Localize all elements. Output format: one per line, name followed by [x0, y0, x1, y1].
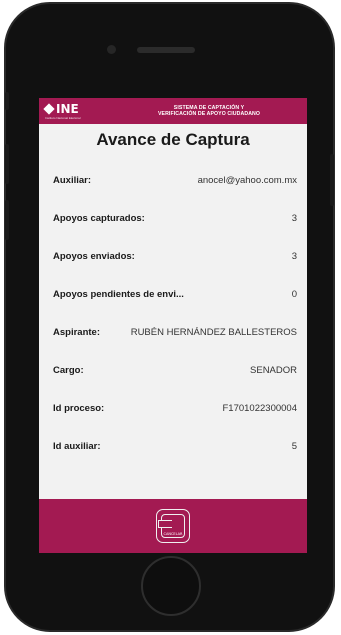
- row-cargo: Cargo: SENADOR: [39, 351, 307, 389]
- row-label: Cargo:: [53, 364, 84, 376]
- app-screen: INE Instituto Nacional Electoral SISTEMA…: [39, 98, 307, 553]
- row-label: Apoyos capturados:: [53, 212, 145, 224]
- cancel-button[interactable]: CANCELAR: [156, 509, 190, 543]
- row-id-proceso: Id proceso: F1701022300004: [39, 389, 307, 427]
- page-title: Avance de Captura: [96, 130, 250, 149]
- logo-diamond-icon: [43, 102, 55, 115]
- cancel-label: CANCELAR: [163, 532, 183, 536]
- row-id-auxiliar: Id auxiliar: 5: [39, 427, 307, 465]
- row-apoyos-capturados: Apoyos capturados: 3: [39, 199, 307, 237]
- exit-arrow-icon: [158, 520, 172, 528]
- system-title: SISTEMA DE CAPTACIÓN Y VERIFICACIÓN DE A…: [117, 105, 301, 118]
- app-footer: CANCELAR: [39, 499, 307, 553]
- system-title-line2: VERIFICACIÓN DE APOYO CIUDADANO: [157, 111, 261, 117]
- row-value: 3: [291, 250, 297, 262]
- row-label: Apoyos enviados:: [53, 250, 135, 262]
- row-apoyos-pendientes: Apoyos pendientes de envi... 0: [39, 275, 307, 313]
- mute-switch: [5, 92, 9, 110]
- row-value: anocel@yahoo.com.mx: [197, 174, 297, 186]
- row-apoyos-enviados: Apoyos enviados: 3: [39, 237, 307, 275]
- earpiece-speaker: [137, 47, 195, 53]
- row-value: RUBÉN HERNÁNDEZ BALLESTEROS: [130, 326, 297, 338]
- row-label: Id proceso:: [53, 402, 105, 414]
- volume-down-button: [5, 200, 9, 240]
- volume-up-button: [5, 144, 9, 184]
- logo-text: INE: [56, 101, 79, 116]
- row-label: Aspirante:: [53, 326, 100, 338]
- phone-frame: INE Instituto Nacional Electoral SISTEMA…: [4, 2, 335, 632]
- row-value: SENADOR: [250, 364, 297, 376]
- ine-logo-icon: INE Instituto Nacional Electoral: [43, 101, 117, 120]
- row-value: F1701022300004: [222, 402, 298, 414]
- home-button[interactable]: [141, 556, 201, 616]
- power-button: [330, 154, 334, 206]
- app-header: INE Instituto Nacional Electoral SISTEMA…: [39, 98, 307, 124]
- row-label: Auxiliar:: [53, 174, 92, 186]
- front-camera: [107, 45, 116, 54]
- row-value: 5: [291, 440, 297, 452]
- row-value: 3: [291, 212, 297, 224]
- row-auxiliar: Auxiliar: anocel@yahoo.com.mx: [39, 161, 307, 199]
- row-label: Apoyos pendientes de envi...: [53, 288, 184, 300]
- cancel-exit-icon: CANCELAR: [158, 514, 185, 538]
- row-value: 0: [291, 288, 297, 300]
- row-aspirante: Aspirante: RUBÉN HERNÁNDEZ BALLESTEROS: [39, 313, 307, 351]
- row-label: Id auxiliar:: [53, 440, 101, 452]
- info-list: Auxiliar: anocel@yahoo.com.mx Apoyos cap…: [39, 161, 307, 465]
- logo-subtext: Instituto Nacional Electoral: [45, 115, 81, 120]
